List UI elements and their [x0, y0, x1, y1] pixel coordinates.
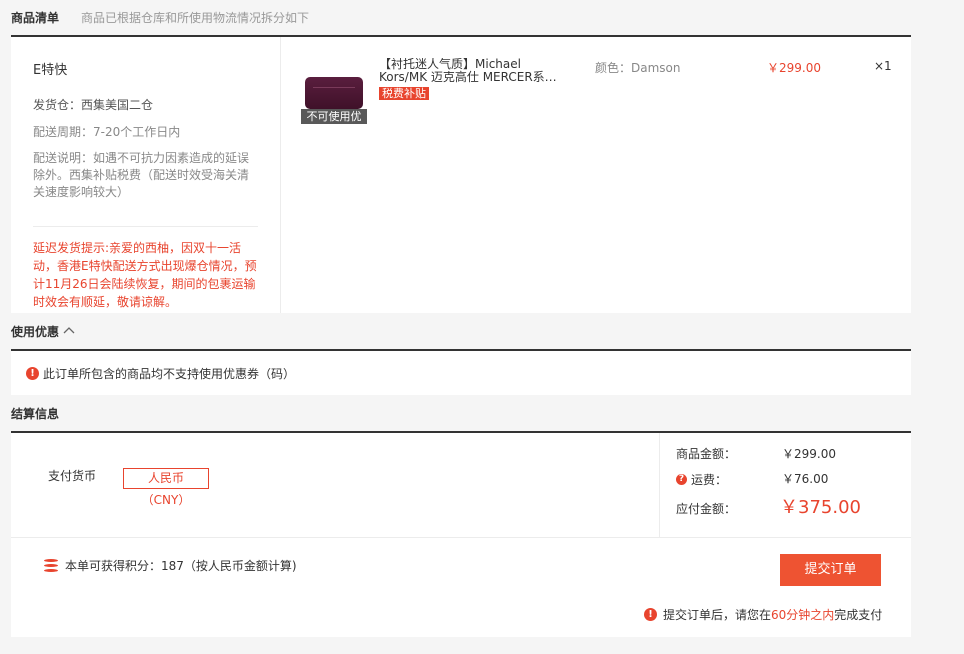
alert-icon: ! — [644, 608, 657, 621]
points-info: 本单可获得积分：187（按人民币金额计算) — [43, 557, 297, 574]
settle-section-header: 结算信息 — [11, 396, 911, 430]
currency-code: （CNY） — [141, 493, 191, 507]
currency-label: 支付货币 — [48, 469, 97, 483]
currency-option-cny[interactable]: 人民币 — [123, 468, 209, 489]
payment-deadline-note: ! 提交订单后，请您在 60分钟之内 完成支付 — [644, 606, 882, 623]
goods-section-header: 商品清单 商品已根据仓库和所使用物流情况拆分如下 — [11, 0, 911, 34]
coupon-section-title: 使用优惠 — [11, 324, 60, 339]
shipping-label: ? 运费： — [676, 471, 727, 488]
ship-from: 发货仓：西集美国二仓 — [33, 98, 154, 112]
payable-label: 应付金额： — [676, 502, 737, 516]
question-icon[interactable]: ? — [676, 474, 687, 485]
product-color: 颜色：Damson — [595, 61, 681, 75]
product-name-link[interactable]: 【衬托迷人气质】Michael Kors/MK 迈克高仕 MERCER系… — [379, 58, 564, 84]
points-text: 本单可获得积分：187（按人民币金额计算) — [65, 559, 297, 573]
delay-warning: 延迟发货提示:亲爱的西柚，因双十一活动，香港E特快配送方式出现爆仓情况，预计11… — [33, 241, 257, 309]
no-coupon-badge: 不可使用优 — [301, 109, 367, 124]
delivery-period: 配送周期：7-20个工作日内 — [33, 125, 181, 139]
payment-deadline-time: 60分钟之内 — [771, 608, 835, 622]
goods-section-subtitle: 商品已根据仓库和所使用物流情况拆分如下 — [81, 10, 310, 25]
tax-subsidy-tag: 税费补贴 — [379, 87, 429, 100]
coupon-unavailable-message: 此订单所包含的商品均不支持使用优惠券（码） — [43, 366, 296, 381]
amount-summary: 商品金额： ￥299.00 ? 运费： ￥76.00 应付金额： ￥375.00 — [659, 433, 911, 537]
chevron-up-icon — [63, 327, 75, 334]
warehouse-name: E特快 — [33, 63, 68, 78]
goods-section-title: 商品清单 — [11, 10, 60, 25]
settle-panel: 支付货币 人民币 （CNY） 商品金额： ￥299.00 ? 运费： ￥76.0… — [11, 433, 911, 637]
payable-value: ￥375.00 — [780, 497, 861, 518]
coupon-section-header[interactable]: 使用优惠 — [11, 314, 911, 348]
product-price: ￥299.00 — [767, 61, 821, 75]
submit-order-button[interactable]: 提交订单 — [780, 554, 881, 586]
coupon-panel: ! 此订单所包含的商品均不支持使用优惠券（码） — [11, 351, 911, 395]
goods-panel: E特快 发货仓：西集美国二仓 配送周期：7-20个工作日内 配送说明：如遇不可抗… — [11, 37, 911, 313]
product-thumbnail[interactable]: 不可使用优 — [301, 73, 367, 125]
alert-icon: ! — [26, 366, 39, 380]
warehouse-info: E特快 发货仓：西集美国二仓 配送周期：7-20个工作日内 配送说明：如遇不可抗… — [11, 37, 281, 313]
settle-divider — [11, 537, 911, 538]
goods-amount-value: ￥299.00 — [782, 447, 836, 461]
shipping-value: ￥76.00 — [782, 472, 829, 486]
purple-wallet-bag-icon — [305, 77, 363, 109]
coin-stack-icon — [43, 557, 59, 574]
warehouse-divider — [33, 226, 258, 227]
product-quantity: ×1 — [874, 59, 892, 73]
settle-section-title: 结算信息 — [11, 406, 60, 421]
goods-amount-label: 商品金额： — [676, 447, 737, 461]
delivery-note: 配送说明：如遇不可抗力因素造成的延误除外。西集补贴税费（配送时效受海关清关速度影… — [33, 151, 250, 199]
